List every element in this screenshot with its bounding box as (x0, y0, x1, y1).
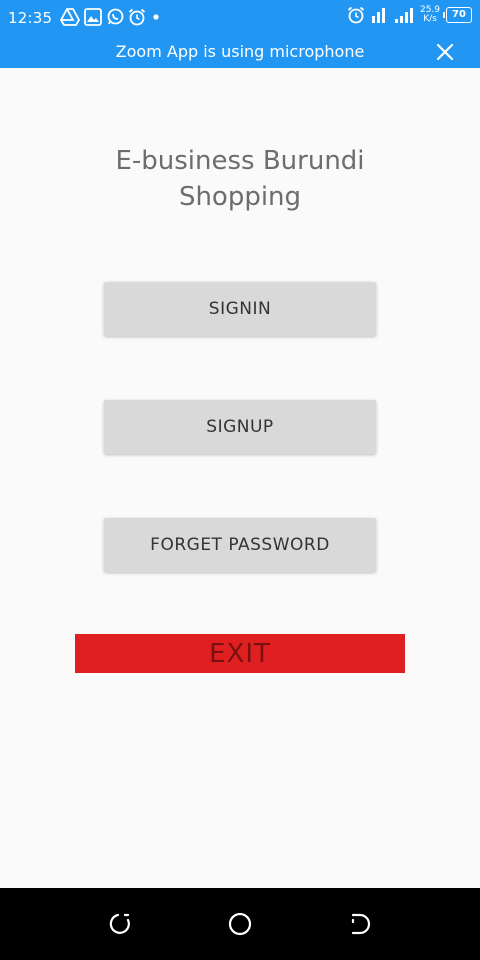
status-bar: 12:35 25.9 K/s 70 (0, 0, 480, 36)
battery-level: 70 (452, 9, 466, 20)
status-time: 12:35 (8, 9, 53, 27)
app-title-line2: Shopping (178, 182, 302, 212)
net-speed-unit: K/s (423, 14, 437, 24)
back-icon[interactable] (108, 912, 132, 936)
image-icon (84, 8, 102, 26)
drive-icon (60, 8, 80, 26)
navigation-bar (0, 888, 480, 960)
net-speed: 25.9 K/s (419, 6, 441, 24)
forget-password-button[interactable]: FORGET PASSWORD (104, 518, 376, 572)
microphone-notice-text: Zoom App is using microphone (115, 42, 365, 61)
microphone-notice-bar[interactable]: Zoom App is using microphone (0, 36, 480, 68)
status-right-icons: 25.9 K/s 70 (347, 6, 472, 24)
signup-button[interactable]: SIGNUP (104, 400, 376, 454)
app-title-line1: E-business Burundi (115, 146, 365, 176)
alarm-icon (128, 8, 146, 26)
recents-icon[interactable] (348, 912, 372, 936)
app-title: E-business Burundi Shopping (60, 143, 420, 215)
signal-icon (372, 8, 413, 23)
whatsapp-icon (107, 8, 124, 25)
status-left-icons (60, 8, 162, 26)
home-icon[interactable] (228, 912, 252, 936)
exit-button[interactable]: EXIT (75, 634, 405, 673)
dot-icon (153, 14, 159, 20)
close-icon[interactable] (436, 43, 454, 61)
alarm-icon (347, 6, 365, 24)
battery-icon: 70 (443, 7, 472, 23)
signin-button[interactable]: SIGNIN (104, 282, 376, 336)
